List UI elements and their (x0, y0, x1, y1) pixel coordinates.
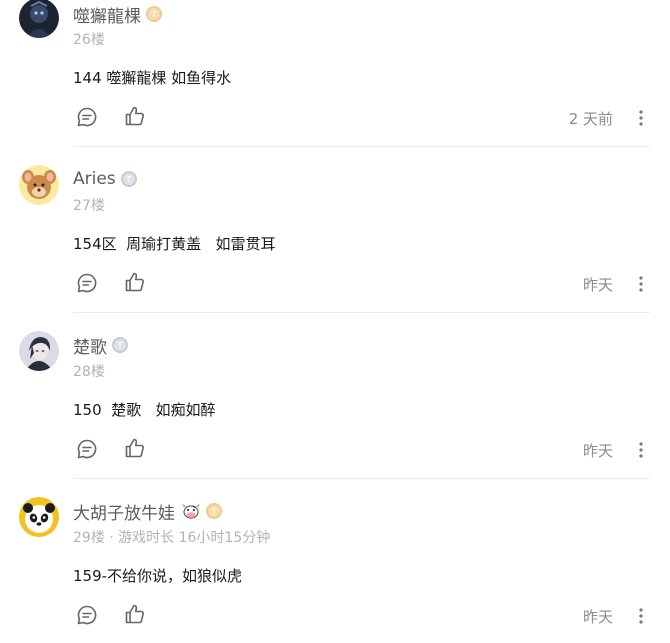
level-badge-icon: T (120, 170, 138, 188)
comment-bubble-icon[interactable] (76, 438, 98, 460)
floor-number: 26楼 (73, 32, 105, 48)
divider (73, 478, 650, 479)
more-vertical-icon[interactable] (636, 275, 646, 293)
divider (73, 146, 650, 147)
level-badge-icon: T (205, 502, 223, 520)
svg-text:T: T (125, 176, 132, 186)
comment-content: 154区 周瑜打黄盖 如雷贯耳 (73, 235, 276, 253)
cow-emoji-icon (181, 502, 201, 520)
comment-content: 150 楚歌 如痴如醉 (73, 401, 216, 419)
floor-number: 28楼 (73, 364, 105, 380)
svg-text:T: T (150, 11, 157, 21)
comment-time: 昨天 (582, 608, 613, 626)
level-badge-icon: T (145, 5, 163, 23)
thumbs-up-icon[interactable] (124, 603, 146, 625)
comment-bubble-icon[interactable] (76, 604, 98, 626)
username[interactable]: 楚歌 (73, 333, 107, 358)
comment-time: 昨天 (582, 276, 613, 294)
comment-time: 2 天前 (568, 110, 613, 128)
username[interactable]: 大胡子放牛娃 (73, 499, 175, 524)
thumbs-up-icon[interactable] (124, 437, 146, 459)
comment-content: 159-不给你说，如狼似虎 (73, 567, 243, 585)
level-badge-icon: T (111, 336, 129, 354)
comment-bubble-icon[interactable] (76, 272, 98, 294)
comment-item: 楚歌 T 28楼 150 楚歌 如痴如醉 昨天 (0, 314, 670, 480)
avatar[interactable] (19, 165, 59, 205)
username[interactable]: Aries (73, 169, 116, 189)
svg-text:T: T (116, 342, 123, 352)
comment-time: 昨天 (582, 442, 613, 460)
avatar[interactable] (19, 331, 59, 371)
thumbs-up-icon[interactable] (124, 271, 146, 293)
comment-bubble-icon[interactable] (76, 106, 98, 128)
thumbs-up-icon[interactable] (124, 105, 146, 127)
comment-item: 大胡子放牛娃 T 29楼 · 游戏时长 16小时15分钟 159-不给你说，如狼… (0, 480, 670, 643)
avatar[interactable] (19, 0, 59, 38)
floor-number: 27楼 (73, 198, 105, 214)
more-vertical-icon[interactable] (636, 441, 646, 459)
more-vertical-icon[interactable] (636, 607, 646, 625)
comment-content: 144 噬獬龍棵 如鱼得水 (73, 69, 232, 87)
floor-number: 29楼 · 游戏时长 16小时15分钟 (73, 530, 271, 546)
comment-item: 噬獬龍棵 T 26楼 144 噬獬龍棵 如鱼得水 2 天前 (0, 0, 670, 148)
username[interactable]: 噬獬龍棵 (73, 2, 141, 27)
comment-item: Aries T 27楼 154区 周瑜打黄盖 如雷贯耳 昨天 (0, 148, 670, 314)
svg-text:T: T (210, 508, 217, 518)
avatar[interactable] (19, 497, 59, 537)
more-vertical-icon[interactable] (636, 109, 646, 127)
divider (73, 312, 650, 313)
